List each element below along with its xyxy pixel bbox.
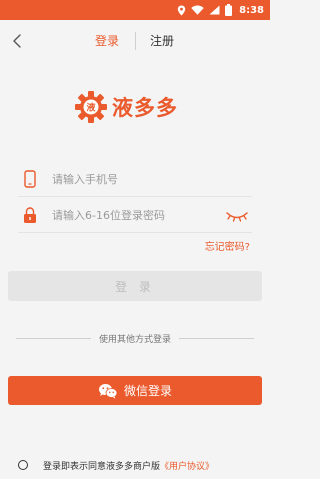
divider-text: 使用其他方式登录 xyxy=(99,334,172,345)
back-button[interactable] xyxy=(6,30,28,52)
agreement-text: 登录即表示同意液多多商户版 xyxy=(43,461,161,472)
signal-icon xyxy=(209,5,220,15)
user-agreement-link[interactable]: 《用户协议》 xyxy=(160,459,214,472)
wechat-login-button[interactable]: 微信登录 xyxy=(8,376,262,405)
agreement-row: 登录即表示同意液多多商户版 《用户协议》 xyxy=(18,458,258,472)
app-logo: 液 液多多 xyxy=(74,90,178,124)
status-icons: 8:38 xyxy=(177,3,264,17)
tab-login[interactable]: 登录 xyxy=(95,33,119,49)
status-bar: 8:38 xyxy=(0,0,270,20)
phone-input[interactable] xyxy=(52,169,212,189)
password-input[interactable] xyxy=(52,205,212,225)
gear-logo-icon: 液 xyxy=(75,91,107,123)
battery-icon xyxy=(225,4,233,16)
logo-badge-text: 液 xyxy=(86,102,96,114)
back-arrow-icon xyxy=(13,34,21,48)
alt-login-divider: 使用其他方式登录 xyxy=(16,331,255,345)
lock-icon xyxy=(24,207,36,223)
phone-field xyxy=(18,161,252,197)
agreement-radio[interactable] xyxy=(18,460,28,470)
login-button[interactable]: 登 录 xyxy=(8,271,262,301)
forgot-password-link[interactable]: 忘记密码? xyxy=(205,238,250,253)
password-field xyxy=(18,197,252,233)
phone-icon xyxy=(24,170,36,188)
tab-register[interactable]: 注册 xyxy=(150,33,174,49)
top-nav: 登录 注册 xyxy=(0,20,270,62)
wifi-icon xyxy=(191,5,204,15)
wechat-login-label: 微信登录 xyxy=(123,384,172,398)
divider-line-right xyxy=(179,337,255,339)
location-icon xyxy=(177,5,186,15)
logo-text: 液多多 xyxy=(112,96,178,120)
wechat-icon xyxy=(98,383,118,398)
status-time: 8:38 xyxy=(239,4,264,16)
tab-divider xyxy=(135,32,136,50)
divider-line-left xyxy=(16,337,91,339)
eye-closed-icon[interactable] xyxy=(226,207,248,223)
